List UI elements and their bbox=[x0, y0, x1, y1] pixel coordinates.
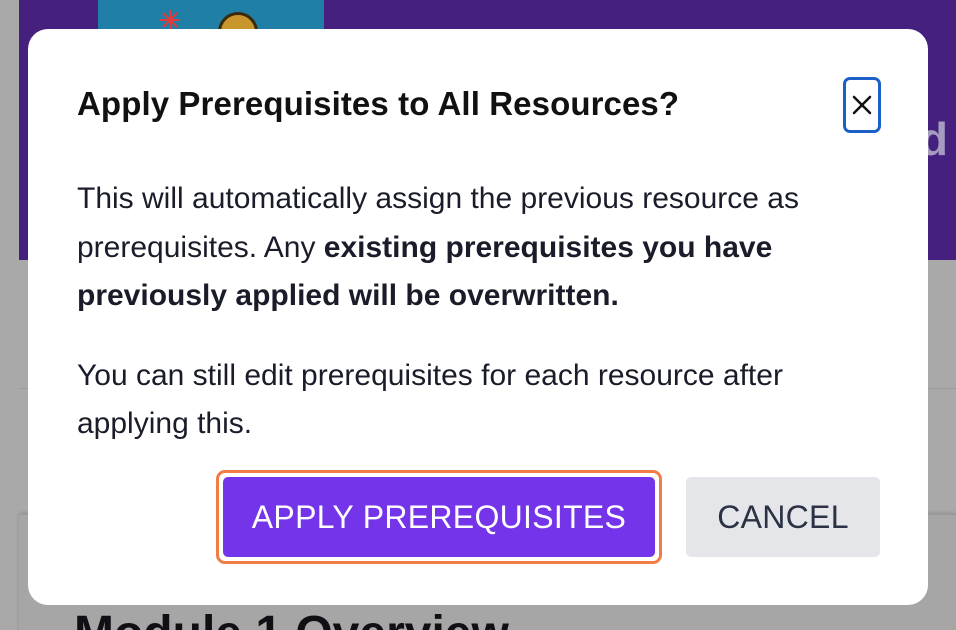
apply-button-focus-ring: APPLY PREREQUISITES bbox=[216, 470, 662, 564]
apply-prerequisites-button[interactable]: APPLY PREREQUISITES bbox=[223, 477, 655, 557]
dialog-body: This will automatically assign the previ… bbox=[77, 175, 887, 449]
cancel-button[interactable]: CANCEL bbox=[686, 477, 880, 557]
apply-prerequisites-dialog: Apply Prerequisites to All Resources? Th… bbox=[28, 29, 928, 605]
warning-paragraph: This will automatically assign the previ… bbox=[77, 175, 887, 321]
dialog-title: Apply Prerequisites to All Resources? bbox=[77, 85, 680, 122]
info-paragraph: You can still edit prerequisites for eac… bbox=[77, 358, 783, 441]
module-title: Module 1 Overview bbox=[74, 606, 509, 630]
close-icon bbox=[852, 95, 872, 115]
page: d Module 1 Overview Apply Prerequisites … bbox=[0, 0, 956, 630]
close-button[interactable] bbox=[843, 77, 881, 133]
